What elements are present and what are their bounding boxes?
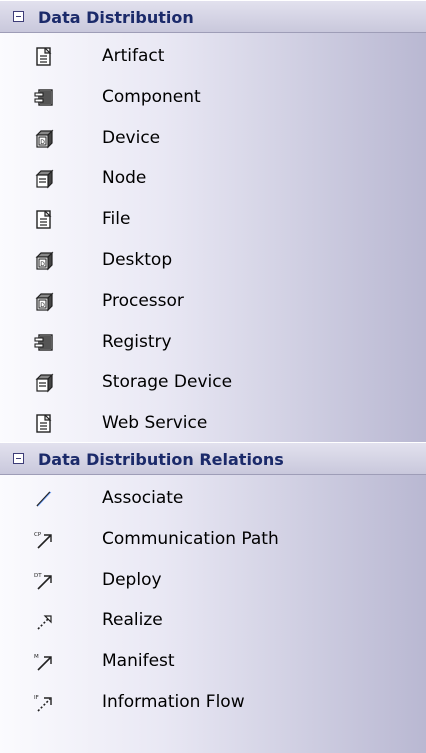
toolbox-item[interactable]: File xyxy=(0,199,426,240)
toolbox-item-label: Web Service xyxy=(102,413,208,434)
svg-text:IF: IF xyxy=(34,695,39,701)
toolbox-item[interactable]: M Manifest xyxy=(0,641,426,682)
toolbox-item-label: Artifact xyxy=(102,46,165,66)
realize-icon xyxy=(34,611,54,631)
toolbox-item[interactable]: DT Deploy xyxy=(0,560,426,601)
toolbox-item-label: Component xyxy=(102,86,201,107)
svg-text:DT: DT xyxy=(34,573,42,579)
svg-text:M: M xyxy=(34,654,39,660)
component-icon xyxy=(34,333,54,353)
toolbox-item-label: Processor xyxy=(102,290,184,311)
section-title: Data Distribution xyxy=(38,8,194,27)
toolbox-panel: Data Distribution Artifact Component D Devi… xyxy=(0,0,426,753)
toolbox-item-label: Node xyxy=(102,168,147,189)
toolbox-item[interactable]: D Desktop xyxy=(0,240,426,281)
toolbox-item-label: Manifest xyxy=(102,651,175,672)
node-icon xyxy=(34,169,54,189)
section-header-data-distribution-relations[interactable]: Data Distribution Relations xyxy=(0,442,426,475)
toolbox-item-label: Information Flow xyxy=(102,691,245,712)
toolbox-item[interactable]: IF Information Flow xyxy=(0,682,426,723)
collapse-icon[interactable] xyxy=(13,11,24,22)
toolbox-item[interactable]: Component xyxy=(0,77,426,118)
toolbox-item[interactable]: Associate xyxy=(0,478,426,519)
toolbox-item-label: Desktop xyxy=(102,249,173,270)
device-icon: D xyxy=(34,129,54,149)
section-title: Data Distribution Relations xyxy=(38,450,284,469)
toolbox-item[interactable]: Node xyxy=(0,158,426,199)
toolbox-item[interactable]: Artifact xyxy=(0,36,426,77)
component-icon xyxy=(34,88,54,108)
toolbox-item[interactable]: Web Service xyxy=(0,403,426,444)
svg-text:D: D xyxy=(40,139,45,146)
device-icon: D xyxy=(34,251,54,271)
toolbox-item-label: Registry xyxy=(102,331,172,352)
toolbox-item[interactable]: Registry xyxy=(0,322,426,363)
toolbox-item-label: File xyxy=(102,209,131,230)
svg-text:CP: CP xyxy=(34,532,42,538)
section-header-data-distribution[interactable]: Data Distribution xyxy=(0,0,426,33)
associate-icon xyxy=(34,489,54,509)
toolbox-item[interactable]: Realize xyxy=(0,600,426,641)
artifact-icon xyxy=(34,414,54,434)
toolbox-item[interactable]: D Device xyxy=(0,118,426,159)
toolbox-item-label: Device xyxy=(102,127,161,148)
toolbox-item-label: Realize xyxy=(102,610,163,631)
toolbox-item[interactable]: Storage Device xyxy=(0,362,426,403)
node-icon xyxy=(34,373,54,393)
svg-text:D: D xyxy=(40,302,45,309)
communication-path-icon: CP xyxy=(34,530,54,550)
toolbox-item[interactable]: CP Communication Path xyxy=(0,519,426,560)
artifact-icon xyxy=(34,47,54,67)
toolbox-item-label: Storage Device xyxy=(102,372,233,393)
artifact-icon xyxy=(34,210,54,230)
toolbox-item-label: Communication Path xyxy=(102,528,279,549)
section-items-data-distribution-relations: Associate CP Communication Path DT Deploy Rea… xyxy=(0,478,426,723)
section-items-data-distribution: Artifact Component D Device Node File D Desktop… xyxy=(0,36,426,442)
svg-text:D: D xyxy=(40,261,45,268)
toolbox-item[interactable]: D Processor xyxy=(0,281,426,322)
deploy-icon: DT xyxy=(34,571,54,591)
information-flow-icon: IF xyxy=(34,693,54,713)
toolbox-item-label: Associate xyxy=(102,488,184,508)
manifest-icon: M xyxy=(34,652,54,672)
device-icon: D xyxy=(34,292,54,312)
collapse-icon[interactable] xyxy=(13,453,24,464)
toolbox-item-label: Deploy xyxy=(102,569,162,590)
